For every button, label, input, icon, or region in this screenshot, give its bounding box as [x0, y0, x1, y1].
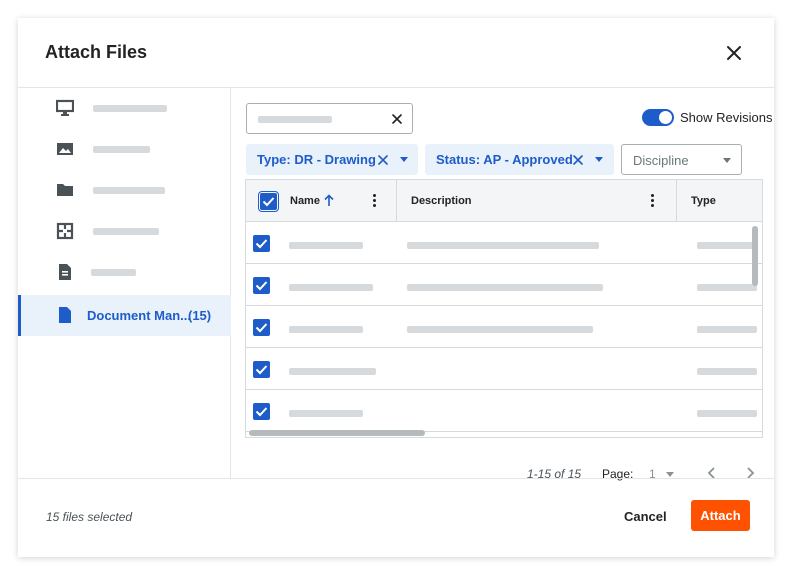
sidebar-item-drawings[interactable] — [18, 211, 231, 252]
cell-name-placeholder — [289, 368, 376, 375]
sort-ascending-icon[interactable] — [324, 194, 334, 212]
dialog-footer: 15 files selected Cancel Attach — [18, 478, 774, 557]
show-revisions-label: Show Revisions — [680, 110, 773, 125]
source-sidebar: Document Man... (15) — [18, 88, 231, 478]
row-checkbox[interactable] — [253, 361, 270, 378]
row-checkbox[interactable] — [253, 319, 270, 336]
toggle-knob — [659, 111, 672, 124]
table-row[interactable] — [246, 306, 762, 348]
row-checkbox[interactable] — [253, 235, 270, 252]
remove-filter-icon[interactable] — [572, 153, 584, 165]
show-revisions-toggle[interactable] — [642, 109, 674, 126]
dialog-header: Attach Files — [18, 18, 774, 88]
attach-files-dialog: Attach Files Document Man... (15) Show R… — [18, 18, 774, 557]
cell-description-placeholder — [407, 242, 599, 249]
cell-type-placeholder — [697, 368, 757, 375]
drawing-icon — [56, 222, 74, 240]
table-row[interactable] — [246, 390, 762, 432]
column-menu-icon[interactable] — [651, 194, 655, 208]
cell-description-placeholder — [407, 284, 603, 291]
cell-name-placeholder — [289, 242, 363, 249]
sidebar-item-folder[interactable] — [18, 170, 231, 211]
cell-type-placeholder — [697, 242, 757, 249]
remove-filter-icon[interactable] — [377, 153, 389, 165]
column-menu-icon[interactable] — [373, 194, 377, 208]
selected-files-count: 15 files selected — [46, 510, 133, 524]
cell-type-placeholder — [697, 284, 757, 291]
row-checkbox[interactable] — [253, 403, 270, 420]
cell-type-placeholder — [697, 410, 757, 417]
clear-search-icon[interactable] — [390, 112, 404, 126]
table-header: Name Description Type — [246, 180, 762, 222]
filter-chip-type[interactable]: Type: DR - Drawing — [246, 144, 418, 175]
table-row[interactable] — [246, 348, 762, 390]
column-divider[interactable] — [396, 180, 397, 222]
table-row[interactable] — [246, 264, 762, 306]
document-icon — [56, 306, 74, 324]
table-row[interactable] — [246, 222, 762, 264]
column-header-description[interactable]: Description — [411, 180, 676, 222]
chevron-down-icon[interactable] — [666, 472, 674, 477]
cell-description-placeholder — [407, 326, 593, 333]
sidebar-item-desktop[interactable] — [18, 88, 231, 129]
image-icon — [56, 140, 74, 158]
column-divider[interactable] — [676, 180, 677, 222]
horizontal-scrollbar[interactable] — [249, 430, 425, 436]
chevron-down-icon — [723, 158, 731, 163]
cell-name-placeholder — [289, 410, 363, 417]
dialog-title: Attach Files — [45, 42, 148, 62]
discipline-select[interactable]: Discipline — [621, 144, 742, 175]
attach-button[interactable]: Attach — [691, 500, 750, 531]
chevron-down-icon[interactable] — [400, 157, 408, 162]
close-icon[interactable] — [723, 42, 745, 64]
vertical-scrollbar[interactable] — [752, 226, 758, 286]
folder-icon — [56, 181, 74, 199]
filter-chip-status[interactable]: Status: AP - Approved — [425, 144, 614, 175]
discipline-placeholder: Discipline — [633, 153, 689, 168]
chevron-down-icon[interactable] — [595, 157, 603, 162]
sidebar-item-label-placeholder — [93, 228, 159, 235]
document-icon — [56, 263, 74, 281]
sidebar-item-count: (15) — [188, 308, 212, 323]
sidebar-item-label-placeholder — [93, 105, 167, 112]
search-input[interactable] — [246, 103, 413, 134]
sidebar-item-label-placeholder — [91, 269, 136, 276]
column-label: Type — [691, 195, 716, 207]
sidebar-item-label-placeholder — [93, 146, 150, 153]
cell-name-placeholder — [289, 326, 363, 333]
select-all-checkbox[interactable] — [258, 191, 279, 212]
desktop-icon — [55, 99, 75, 117]
sidebar-item-images[interactable] — [18, 129, 231, 170]
search-value-placeholder — [258, 116, 332, 123]
column-header-type[interactable]: Type — [691, 180, 762, 222]
sidebar-item-label-placeholder — [93, 187, 165, 194]
files-table: Name Description Type — [245, 179, 763, 438]
column-label: Name — [290, 195, 320, 207]
sidebar-item-documents[interactable] — [18, 252, 231, 293]
cell-type-placeholder — [697, 326, 757, 333]
sidebar-item-document-management[interactable]: Document Man... (15) — [18, 295, 231, 336]
sidebar-item-label: Document Man... — [87, 308, 192, 323]
column-header-name[interactable]: Name — [290, 180, 396, 222]
cancel-button[interactable]: Cancel — [624, 509, 667, 524]
cell-name-placeholder — [289, 284, 373, 291]
column-label: Description — [411, 195, 472, 207]
file-browser: Show Revisions Type: DR - Drawing Status… — [232, 88, 774, 481]
row-checkbox[interactable] — [253, 277, 270, 294]
filter-chip-label: Type: DR - Drawing — [257, 152, 376, 167]
filter-chip-label: Status: AP - Approved — [436, 152, 573, 167]
